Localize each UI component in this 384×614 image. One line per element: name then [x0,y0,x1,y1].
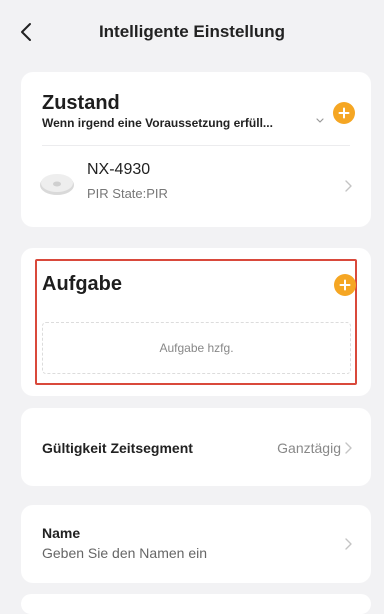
validity-row-chevron [343,441,353,455]
add-task-button[interactable] [334,274,356,296]
task-card: Aufgabe Aufgabe hzfg. [21,248,371,396]
condition-title: Zustand [42,92,120,114]
next-card-partial [21,594,371,614]
add-task-placeholder[interactable]: Aufgabe hzfg. [42,322,351,374]
chevron-right-icon [344,442,352,454]
validity-label: Gültigkeit Zeitsegment [42,440,193,456]
name-row-chevron [343,537,353,551]
validity-period-row[interactable]: Gültigkeit Zeitsegment Ganztägig [21,408,371,486]
device-row-chevron [343,179,353,193]
name-label: Name [42,525,81,541]
condition-mode-dropdown[interactable] [313,114,327,128]
chevron-right-icon [344,538,352,550]
validity-value: Ganztägig [277,440,341,456]
page-title: Intelligente Einstellung [98,22,286,41]
condition-card: Zustand Wenn irgend eine Voraussetzung e… [21,72,371,227]
task-title: Aufgabe [42,273,122,295]
name-row[interactable]: Name Geben Sie den Namen ein [21,505,371,583]
device-name: NX-4930 [87,161,151,178]
device-state: PIR State:PIR [87,186,168,201]
plus-icon [338,107,350,119]
chevron-down-icon [316,118,324,123]
plus-icon [339,279,351,291]
name-input[interactable]: Geben Sie den Namen ein [42,545,207,561]
motion-sensor-icon [40,174,74,195]
condition-device-row[interactable]: NX-4930 PIR State:PIR [21,146,371,226]
add-condition-button[interactable] [333,102,355,124]
chevron-right-icon [344,180,352,192]
header-bar: Intelligente Einstellung [0,0,384,64]
condition-mode-select[interactable]: Wenn irgend eine Voraussetzung erfüll... [42,116,273,130]
